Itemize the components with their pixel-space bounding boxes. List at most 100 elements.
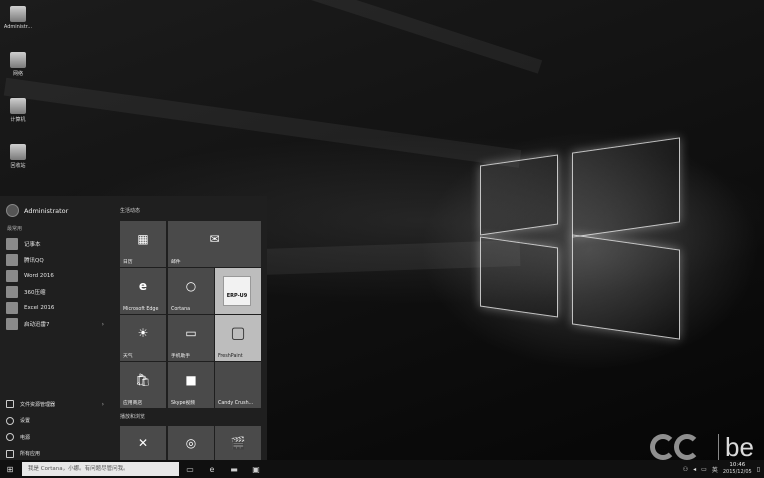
start-menu-left-column: Administrator 最常用 记事本 腾讯QQ Word 2016 360… bbox=[0, 196, 112, 460]
taskbar-excel-button[interactable]: ▣ bbox=[245, 460, 267, 478]
network-icon bbox=[10, 52, 26, 68]
file-explorer-button[interactable]: 文件资源管理器 › bbox=[6, 396, 108, 413]
taskbar: ⊞ 我是 Cortana，小娜。有问题尽管问我。 ▭ e ▬ ▣ ⚇ ◂ ▭ 英… bbox=[0, 460, 764, 478]
app-item-thunder[interactable]: 启动迅雷7 › bbox=[6, 316, 108, 332]
tile-label: 手机助手 bbox=[171, 354, 191, 359]
desktop-icon-network[interactable]: 网络 bbox=[2, 52, 34, 77]
tile-groove-music[interactable]: ◎ bbox=[168, 426, 214, 460]
settings-button[interactable]: 设置 bbox=[6, 413, 108, 430]
edge-icon: e bbox=[209, 464, 215, 474]
app-item-excel[interactable]: Excel 2016 bbox=[6, 300, 108, 316]
tile-label: 日历 bbox=[123, 260, 133, 265]
task-view-icon: ▭ bbox=[186, 464, 194, 474]
logo-pane bbox=[572, 137, 680, 238]
tile-mail[interactable]: ✉ 邮件 bbox=[168, 221, 261, 267]
qq-icon bbox=[6, 254, 18, 266]
desktop-icon-admin[interactable]: Administr... bbox=[2, 6, 34, 30]
tile-cortana[interactable]: ○ Cortana bbox=[168, 268, 214, 314]
app-item-label: 360压缩 bbox=[24, 290, 46, 296]
ime-indicator[interactable]: 英 bbox=[712, 465, 718, 474]
tile-store[interactable]: 🛍 应用商店 bbox=[120, 362, 166, 408]
desktop-icon-computer[interactable]: 计算机 bbox=[2, 98, 34, 123]
tile-movies-tv[interactable]: 🎬 bbox=[215, 426, 261, 460]
bottom-item-label: 所有应用 bbox=[20, 451, 41, 458]
tile-erp[interactable]: ERP-U9 bbox=[215, 268, 261, 314]
app-item-label: Word 2016 bbox=[24, 273, 54, 279]
clock[interactable]: 10:46 2015/12/05 bbox=[723, 462, 752, 476]
tile-xbox[interactable]: ✕ bbox=[120, 426, 166, 460]
tile-label: 应用商店 bbox=[123, 401, 143, 406]
cortana-search-box[interactable]: 我是 Cortana，小娜。有问题尽管问我。 bbox=[22, 462, 179, 476]
edge-icon: e bbox=[138, 279, 148, 294]
bottom-item-label: 文件资源管理器 bbox=[20, 401, 56, 408]
desktop-icon-recycle-bin[interactable]: 回收站 bbox=[2, 144, 34, 169]
tile-calendar[interactable]: ▦ 日历 bbox=[120, 221, 166, 267]
taskbar-edge-button[interactable]: e bbox=[201, 460, 223, 478]
start-button[interactable]: ⊞ bbox=[0, 460, 20, 478]
tile-label: Skype视频 bbox=[171, 401, 196, 406]
tile-candy-crush[interactable]: Candy Crush... bbox=[215, 362, 261, 408]
light-beam bbox=[3, 77, 522, 168]
easel-icon: ▢ bbox=[230, 323, 246, 343]
network-icon[interactable]: ▭ bbox=[701, 466, 707, 473]
windows-icon: ⊞ bbox=[6, 464, 14, 474]
phone-companion-icon: ▭ bbox=[185, 326, 197, 341]
word-icon bbox=[6, 270, 18, 282]
volume-icon[interactable]: ◂ bbox=[693, 466, 696, 473]
avatar bbox=[6, 204, 19, 217]
bottom-item-label: 设置 bbox=[20, 418, 31, 425]
power-icon bbox=[6, 433, 14, 442]
taskbar-file-explorer-button[interactable]: ▬ bbox=[223, 460, 245, 478]
bottom-item-label: 电源 bbox=[20, 434, 31, 441]
desktop-icon-label: 网络 bbox=[12, 71, 23, 77]
tile-edge[interactable]: e Microsoft Edge bbox=[120, 268, 166, 314]
app-item-label: 腾讯QQ bbox=[24, 258, 44, 264]
app-item-label: Excel 2016 bbox=[24, 305, 55, 311]
clock-time: 10:46 bbox=[729, 462, 746, 468]
excel-icon: ▣ bbox=[252, 464, 260, 474]
tile-label: Microsoft Edge bbox=[123, 307, 159, 312]
clock-date: 2015/12/05 bbox=[722, 469, 752, 475]
music-disc-icon: ◎ bbox=[185, 436, 197, 450]
watermark-ring bbox=[674, 434, 700, 460]
logo-pane bbox=[480, 236, 558, 318]
excel-icon bbox=[6, 302, 18, 314]
power-button[interactable]: 电源 bbox=[6, 429, 108, 446]
folder-icon: ▬ bbox=[230, 464, 238, 474]
app-item-word[interactable]: Word 2016 bbox=[6, 268, 108, 284]
settings-icon bbox=[6, 416, 14, 425]
notification-icon[interactable]: ▯ bbox=[757, 466, 760, 473]
chevron-right-icon[interactable]: › bbox=[102, 401, 104, 408]
people-icon[interactable]: ⚇ bbox=[683, 466, 688, 473]
video-camera-icon: ■ bbox=[185, 373, 197, 388]
system-tray: ⚇ ◂ ▭ 英 10:46 2015/12/05 ▯ bbox=[683, 460, 760, 478]
watermark-text: be bbox=[718, 434, 754, 460]
app-item-qq[interactable]: 腾讯QQ bbox=[6, 252, 108, 268]
clapperboard-icon: 🎬 bbox=[230, 436, 246, 450]
tile-label: 天气 bbox=[123, 354, 133, 359]
xbox-icon: ✕ bbox=[137, 436, 149, 450]
start-menu: Administrator 最常用 记事本 腾讯QQ Word 2016 360… bbox=[0, 196, 267, 460]
tile-skype-video[interactable]: ■ Skype视频 bbox=[168, 362, 214, 408]
tiles-group-heading: 播放和浏览 bbox=[120, 414, 146, 420]
task-view-button[interactable]: ▭ bbox=[179, 460, 201, 478]
app-item-360zip[interactable]: 360压缩 bbox=[6, 284, 108, 300]
app-item-label: 记事本 bbox=[24, 242, 41, 248]
user-folder-icon bbox=[10, 6, 26, 22]
tile-label: 邮件 bbox=[171, 260, 181, 265]
tile-weather[interactable]: ☀ 天气 bbox=[120, 315, 166, 361]
watermark: be bbox=[650, 432, 754, 460]
mail-icon: ✉ bbox=[209, 232, 220, 247]
user-account[interactable]: Administrator bbox=[6, 204, 68, 217]
watermark-logo-icon bbox=[650, 432, 710, 460]
tile-freshpaint[interactable]: ▢ FreshPaint bbox=[215, 315, 261, 361]
erp-logo: ERP-U9 bbox=[223, 276, 251, 306]
logo-pane bbox=[480, 154, 558, 236]
app-item-notepad[interactable]: 记事本 bbox=[6, 236, 108, 252]
store-icon: 🛍 bbox=[135, 373, 151, 388]
tile-phone-companion[interactable]: ▭ 手机助手 bbox=[168, 315, 214, 361]
chevron-right-icon[interactable]: › bbox=[102, 321, 104, 328]
light-beam bbox=[81, 0, 543, 74]
tile-label: FreshPaint bbox=[218, 354, 243, 359]
watermark-ring bbox=[650, 434, 676, 460]
